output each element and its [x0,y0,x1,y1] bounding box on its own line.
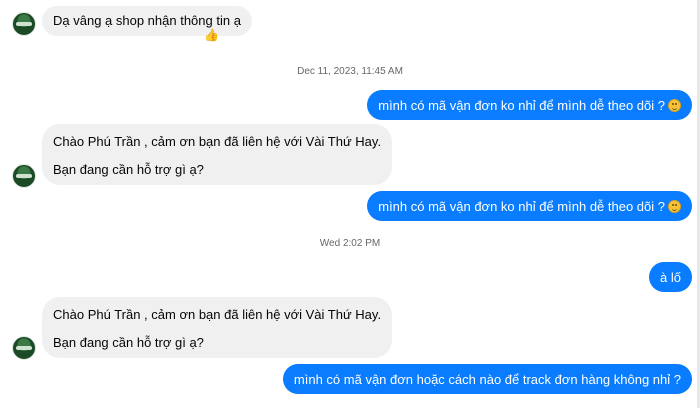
shop-avatar[interactable] [12,12,36,36]
outgoing-message-bubble[interactable]: à lố [649,262,692,292]
message-text: Chào Phú Trần , cảm ơn bạn đã liên hệ vớ… [53,134,382,149]
message-text: Bạn đang cần hỗ trợ gì ạ? [53,335,204,350]
incoming-message-bubble[interactable]: Dạ vâng ạ shop nhận thông tin ạ [42,6,252,36]
message-text: Bạn đang cần hỗ trợ gì ạ? [53,162,204,177]
outgoing-message-bubble[interactable]: mình có mã vận đơn ko nhỉ để mình dễ the… [367,90,692,120]
message-text: Dạ vâng ạ shop nhận thông tin ạ [53,13,241,28]
incoming-message-bubble[interactable]: Chào Phú Trần , cảm ơn bạn đã liên hệ vớ… [42,124,393,185]
outgoing-message-bubble[interactable]: mình có mã vận đơn hoặc cách nào để trac… [282,364,692,394]
message-text: à lố [660,270,681,285]
outgoing-message-bubble[interactable]: mình có mã vận đơn ko nhỉ để mình dễ the… [367,191,692,221]
message-text: Chào Phú Trần , cảm ơn bạn đã liên hệ vớ… [53,307,382,322]
message-text: mình có mã vận đơn ko nhỉ để mình dễ the… [378,98,665,113]
smiling-face-icon [668,200,681,213]
message-text: mình có mã vận đơn hoặc cách nào để trac… [293,372,681,387]
incoming-message-bubble[interactable]: Chào Phú Trần , cảm ơn bạn đã liên hệ vớ… [42,297,393,358]
timestamp: Dec 11, 2023, 11:45 AM [297,66,403,77]
timestamp: Wed 2:02 PM [319,238,381,249]
smiling-face-icon [668,99,681,112]
message-text: mình có mã vận đơn ko nhỉ để mình dễ the… [378,199,665,214]
thumbs-up-reaction-icon[interactable]: 👍 [204,28,219,42]
shop-avatar[interactable] [12,336,36,360]
message-thread: Dạ vâng ạ shop nhận thông tin ạ 👍 Dec 11… [0,0,700,408]
shop-avatar[interactable] [12,164,36,188]
